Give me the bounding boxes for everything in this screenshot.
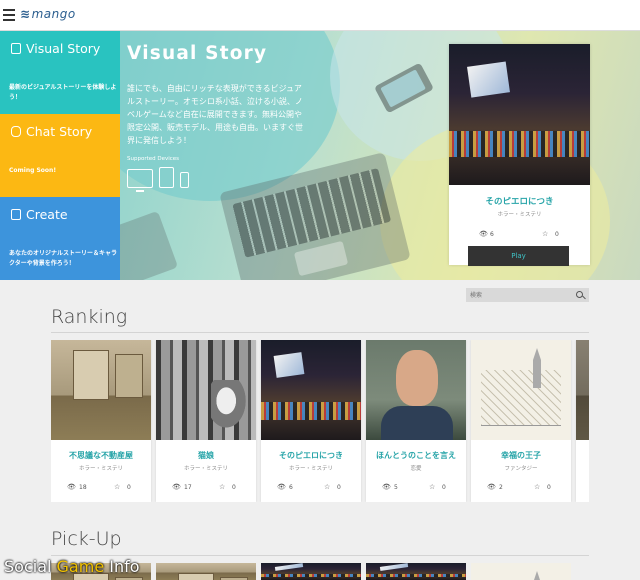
star-icon: ☆ xyxy=(324,483,331,491)
story-title[interactable]: 猫娘 xyxy=(156,450,256,461)
logo-wing-icon: ≋ xyxy=(20,7,31,21)
top-bar: ≋mango xyxy=(0,0,640,31)
watermark: Social Game Info xyxy=(4,557,140,576)
view-count: 6 xyxy=(289,484,293,491)
pickup-thumbnail[interactable] xyxy=(261,563,361,580)
star-icon: ☆ xyxy=(542,230,549,238)
story-genre: ホラー・ミステリ xyxy=(183,466,228,472)
logo-text: mango xyxy=(31,7,76,21)
eye-icon: 👁 xyxy=(172,483,181,491)
story-card[interactable]: そのピエロにつき ホラー・ミステリ 👁 6 ☆ 0 xyxy=(261,340,361,502)
story-genre: ホラー・ミステリ xyxy=(288,466,333,472)
view-count: 6 xyxy=(490,231,494,238)
star-icon: ☆ xyxy=(429,483,436,491)
eye-icon: 👁 xyxy=(67,483,76,491)
star-count: 0 xyxy=(555,231,559,238)
play-icon xyxy=(11,43,21,54)
watermark-text: Info xyxy=(104,557,140,576)
search-box xyxy=(466,288,589,302)
star-count: 0 xyxy=(547,484,551,491)
hero-description: 誰にでも、自由にリッチな表現ができるビジュアルストーリー。オモシロ系小話、泣ける… xyxy=(127,84,303,145)
story-stats: 👁 18 ☆ 0 xyxy=(51,483,151,494)
search-input[interactable] xyxy=(470,288,570,302)
chat-icon xyxy=(11,126,21,137)
story-card[interactable]: 不思議な不動産屋 ホラー・ミステリ 👁 18 ☆ 0 xyxy=(51,340,151,502)
section-divider xyxy=(51,332,589,333)
star-count: 0 xyxy=(442,484,446,491)
story-thumbnail[interactable] xyxy=(471,340,571,440)
pickup-section-title: Pick-Up xyxy=(51,528,122,550)
pickup-thumbnail[interactable] xyxy=(366,563,466,580)
tablet-icon xyxy=(159,167,174,188)
story-thumbnail[interactable] xyxy=(576,340,589,440)
pickup-thumbnail[interactable] xyxy=(471,563,571,580)
hero-banner: Visual Story 誰にでも、自由にリッチな表現ができるビジュアルストーリ… xyxy=(120,31,640,280)
star-count: 0 xyxy=(337,484,341,491)
menu-item-title: Visual Story xyxy=(26,41,101,56)
featured-story-thumbnail[interactable] xyxy=(449,44,590,185)
menu-item-title: Chat Story xyxy=(26,124,93,139)
play-button[interactable]: Play xyxy=(468,246,569,266)
story-thumbnail[interactable] xyxy=(366,340,466,440)
menu-item-create[interactable]: Create あなたのオリジナルストーリー＆キャラクターや背景を作ろう！ xyxy=(0,197,120,280)
left-menu: Visual Story 最新のビジュアルストーリーを体験しよう！ Chat S… xyxy=(0,31,120,280)
section-divider xyxy=(51,555,589,556)
phone-icon xyxy=(180,172,189,188)
site-logo[interactable]: ≋mango xyxy=(20,7,76,21)
featured-story-card[interactable]: そのピエロにつき ホラー・ミステリ 👁 6 ☆ 0 Play xyxy=(449,44,590,266)
story-card[interactable]: 幸福の王子 ファンタジー 👁 2 ☆ 0 xyxy=(471,340,571,502)
hamburger-menu-icon[interactable] xyxy=(3,9,15,21)
menu-item-desc: あなたのオリジナルストーリー＆キャラクターや背景を作ろう！ xyxy=(9,250,118,267)
pickup-thumbnail[interactable] xyxy=(156,563,256,580)
star-count: 0 xyxy=(127,484,131,491)
view-count: 5 xyxy=(394,484,398,491)
featured-story-genre: ホラー・ミステリ xyxy=(497,212,542,218)
story-card[interactable]: ほんとうのことを言え 恋愛 👁 5 ☆ 0 xyxy=(366,340,466,502)
watermark-text: Social xyxy=(4,557,57,576)
edit-icon xyxy=(11,209,21,220)
ranking-section-title: Ranking xyxy=(51,306,128,328)
supported-devices xyxy=(127,167,189,192)
story-genre: ファンタジー xyxy=(504,466,538,472)
eye-icon: 👁 xyxy=(277,483,286,491)
menu-item-desc: Coming Soon! xyxy=(9,167,57,174)
star-icon: ☆ xyxy=(219,483,226,491)
menu-item-title: Create xyxy=(26,207,68,222)
story-title[interactable]: ほんとうのことを言え xyxy=(366,450,466,461)
story-thumbnail[interactable] xyxy=(156,340,256,440)
eye-icon: 👁 xyxy=(487,483,496,491)
story-stats: 👁 2 ☆ 0 xyxy=(471,483,571,494)
story-title[interactable]: 不思議な不動産屋 xyxy=(51,450,151,461)
hero-title: Visual Story xyxy=(127,43,268,64)
story-title[interactable]: そのピエロにつき xyxy=(261,450,361,461)
menu-item-visual-story[interactable]: Visual Story 最新のビジュアルストーリーを体験しよう！ xyxy=(0,31,120,114)
story-card[interactable]: 猫娘 ホラー・ミステリ 👁 17 ☆ 0 xyxy=(156,340,256,502)
story-thumbnail[interactable] xyxy=(51,340,151,440)
star-count: 0 xyxy=(232,484,236,491)
view-count: 2 xyxy=(499,484,503,491)
story-stats: 👁 5 ☆ 0 xyxy=(366,483,466,494)
view-count: 17 xyxy=(184,484,192,491)
featured-story-title[interactable]: そのピエロにつき xyxy=(449,195,590,207)
view-count: 18 xyxy=(79,484,87,491)
story-genre: 恋愛 xyxy=(410,466,422,472)
story-thumbnail[interactable] xyxy=(261,340,361,440)
monitor-icon xyxy=(127,169,153,192)
story-stats: 👁 17 ☆ 0 xyxy=(156,483,256,494)
story-card-partial[interactable] xyxy=(576,340,589,502)
eye-icon: 👁 xyxy=(479,230,488,238)
ranking-card-list: 不思議な不動産屋 ホラー・ミステリ 👁 18 ☆ 0 猫娘 ホラー・ミステリ 👁… xyxy=(51,340,589,502)
menu-item-chat-story[interactable]: Chat Story Coming Soon! xyxy=(0,114,120,197)
star-icon: ☆ xyxy=(114,483,121,491)
story-genre: ホラー・ミステリ xyxy=(78,466,123,472)
star-icon: ☆ xyxy=(534,483,541,491)
hero-laptop-image xyxy=(120,210,179,280)
watermark-text-highlight: Game xyxy=(56,557,105,576)
supported-devices-label: Supported Devices xyxy=(127,156,180,162)
story-title[interactable]: 幸福の王子 xyxy=(471,450,571,461)
menu-item-desc: 最新のビジュアルストーリーを体験しよう！ xyxy=(9,84,117,101)
search-icon[interactable] xyxy=(576,291,583,298)
story-stats: 👁 6 ☆ 0 xyxy=(261,483,361,494)
eye-icon: 👁 xyxy=(382,483,391,491)
